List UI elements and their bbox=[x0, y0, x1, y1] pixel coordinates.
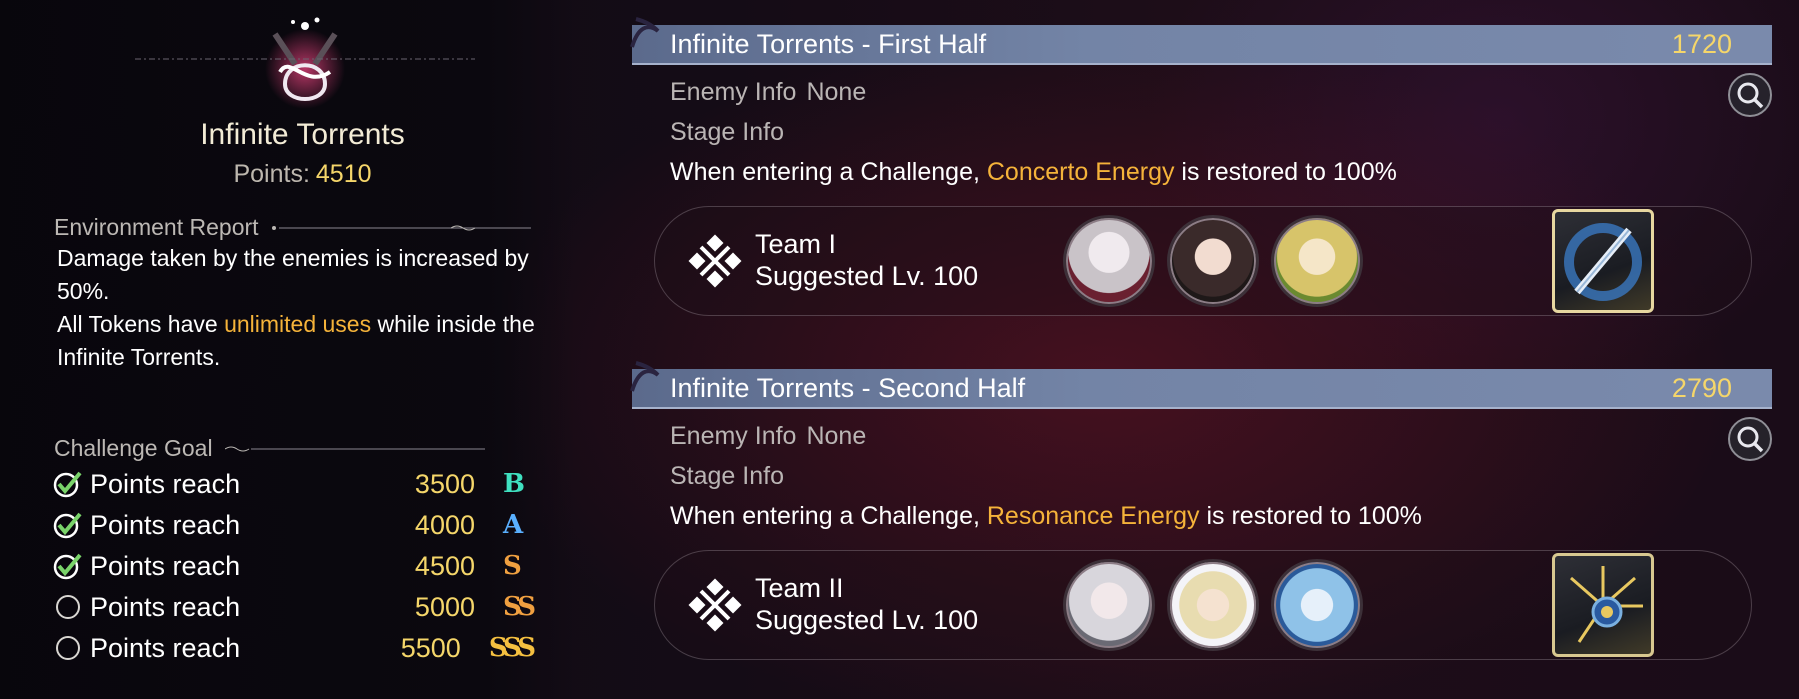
rank-sss-icon: SSS bbox=[488, 633, 536, 663]
team-i-slot[interactable]: Team I Suggested Lv. 100 bbox=[654, 206, 1752, 316]
goal-row: Points reach 3500 B bbox=[52, 466, 532, 502]
environment-report-text: Damage taken by the enemies is increased… bbox=[57, 242, 567, 374]
enemy-info: Enemy Info None bbox=[670, 422, 867, 450]
second-half-banner: Infinite Torrents - Second Half 2790 bbox=[630, 361, 1772, 409]
banner-flourish-icon bbox=[630, 361, 660, 392]
enemy-info: Enemy Info None bbox=[670, 78, 867, 106]
second-half-title: Infinite Torrents - Second Half bbox=[670, 373, 1026, 403]
team-level: Suggested Lv. 100 bbox=[755, 261, 979, 291]
character-avatar[interactable] bbox=[1271, 215, 1363, 307]
echo-icon[interactable] bbox=[1552, 553, 1654, 657]
team-name: Team II bbox=[755, 573, 844, 603]
environment-report-heading: Environment Report bbox=[54, 214, 531, 241]
character-avatar[interactable] bbox=[1271, 559, 1363, 651]
points-label: Points: bbox=[233, 160, 310, 188]
banner-flourish-icon bbox=[630, 17, 660, 48]
goal-row: Points reach 5000 SS bbox=[52, 589, 536, 625]
heading-divider bbox=[271, 225, 531, 230]
first-half-title: Infinite Torrents - First Half bbox=[670, 29, 987, 59]
goal-row: Points reach 5500 SSS bbox=[52, 630, 536, 666]
rank-a-icon: A bbox=[503, 510, 523, 540]
environment-line-2: All Tokens have unlimited uses while ins… bbox=[57, 311, 535, 370]
goal-row: Points reach 4000 A bbox=[52, 507, 532, 543]
stage-info-text: When entering a Challenge, Resonance Ene… bbox=[670, 502, 1422, 530]
first-half-banner: Infinite Torrents - First Half 1720 bbox=[630, 17, 1772, 65]
character-avatar[interactable] bbox=[1063, 215, 1155, 307]
environment-line-1: Damage taken by the enemies is increased… bbox=[57, 245, 529, 304]
echo-icon[interactable] bbox=[1552, 209, 1654, 313]
team-ii-slot[interactable]: Team II Suggested Lv. 100 bbox=[654, 550, 1752, 660]
character-avatar[interactable] bbox=[1167, 215, 1259, 307]
team-name: Team I bbox=[755, 229, 837, 259]
check-icon bbox=[52, 510, 84, 540]
empty-circle-icon bbox=[52, 592, 84, 622]
rank-ss-icon: SS bbox=[503, 592, 536, 622]
second-half-score: 2790 bbox=[1671, 373, 1732, 403]
search-icon bbox=[1737, 82, 1764, 109]
total-points: Points: 4510 bbox=[0, 160, 605, 189]
goal-row: Points reach 4500 S bbox=[52, 548, 532, 584]
enemy-info-search-button[interactable] bbox=[1728, 73, 1772, 117]
search-icon bbox=[1737, 426, 1764, 453]
team-diamond-icon bbox=[688, 234, 742, 288]
rank-b-icon: B bbox=[503, 469, 525, 499]
team-level: Suggested Lv. 100 bbox=[755, 605, 979, 635]
character-avatar[interactable] bbox=[1167, 559, 1259, 651]
emblem-ornament bbox=[135, 58, 475, 60]
team-diamond-icon bbox=[688, 578, 742, 632]
stage-info-label: Stage Info bbox=[670, 462, 784, 490]
stage-title: Infinite Torrents bbox=[200, 118, 405, 151]
points-value: 4510 bbox=[315, 160, 372, 188]
check-icon bbox=[52, 551, 84, 581]
rank-s-icon: S bbox=[503, 551, 522, 581]
stage-info-label: Stage Info bbox=[670, 118, 784, 146]
infinity-emblem-icon bbox=[265, 17, 345, 109]
character-avatar[interactable] bbox=[1063, 559, 1155, 651]
enemy-info-search-button[interactable] bbox=[1728, 417, 1772, 461]
first-half-score: 1720 bbox=[1671, 29, 1732, 59]
challenge-goal-heading: Challenge Goal bbox=[54, 435, 485, 462]
stage-summary-panel: Infinite Torrents Points: 4510 Environmen… bbox=[0, 0, 575, 699]
check-icon bbox=[52, 469, 84, 499]
stage-info-text: When entering a Challenge, Concerto Ener… bbox=[670, 158, 1397, 186]
heading-divider bbox=[224, 446, 485, 451]
empty-circle-icon bbox=[52, 633, 84, 663]
